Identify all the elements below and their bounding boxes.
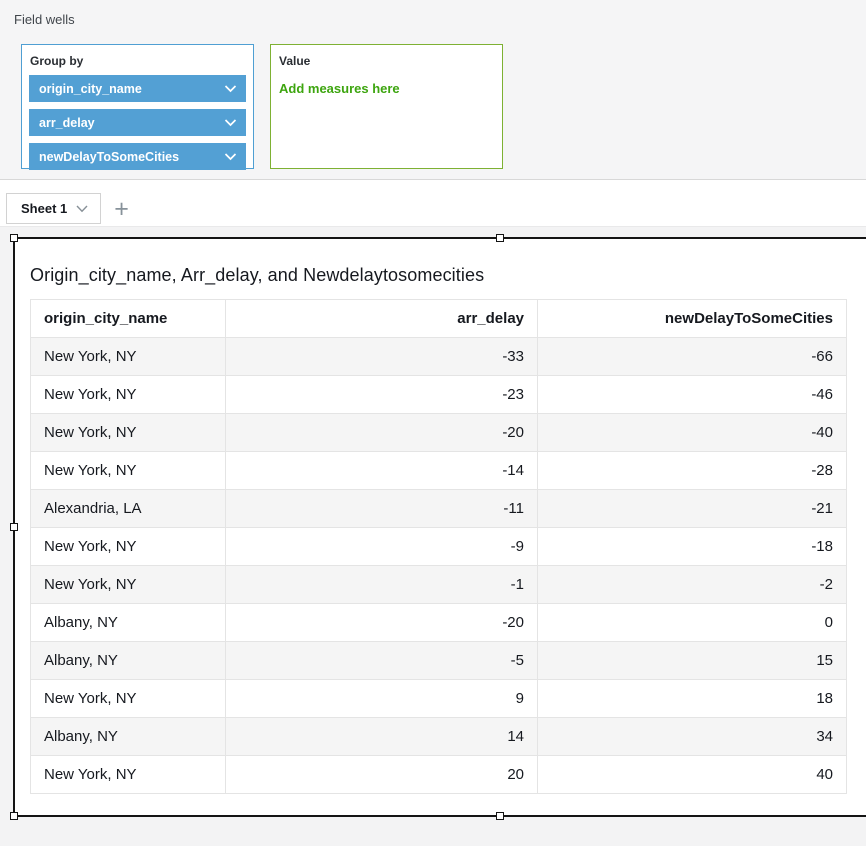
table-cell[interactable]: 15 [538,642,847,680]
table-row[interactable]: Albany, NY-515 [31,642,847,680]
table-cell[interactable]: -28 [538,452,847,490]
sheet-tab-bar: Sheet 1 + [0,179,866,227]
table-cell[interactable]: New York, NY [31,452,226,490]
table-cell[interactable]: -21 [538,490,847,528]
sheet-tab-label: Sheet 1 [21,201,67,216]
table-cell[interactable]: 20 [226,756,538,794]
table-cell[interactable]: -11 [226,490,538,528]
resize-handle-bottom-left[interactable] [10,812,18,820]
table-cell[interactable]: -46 [538,376,847,414]
visual-title[interactable]: Origin_city_name, Arr_delay, and Newdela… [30,265,866,286]
table-cell[interactable]: Alexandria, LA [31,490,226,528]
table-row[interactable]: New York, NY-33-66 [31,338,847,376]
table-cell[interactable]: 40 [538,756,847,794]
table-cell[interactable]: Albany, NY [31,604,226,642]
resize-handle-middle-left[interactable] [10,523,18,531]
resize-handle-top-left[interactable] [10,234,18,242]
chevron-down-icon[interactable] [76,205,88,213]
table-cell[interactable]: Albany, NY [31,642,226,680]
resize-handle-top-center[interactable] [496,234,504,242]
table-row[interactable]: New York, NY-9-18 [31,528,847,566]
table-cell[interactable]: -20 [226,414,538,452]
table-cell[interactable]: -5 [226,642,538,680]
table-cell[interactable]: -1 [226,566,538,604]
table-row[interactable]: New York, NY2040 [31,756,847,794]
table-cell[interactable]: 34 [538,718,847,756]
table-row[interactable]: New York, NY918 [31,680,847,718]
table-row[interactable]: New York, NY-20-40 [31,414,847,452]
table-row[interactable]: Albany, NY-200 [31,604,847,642]
table-cell[interactable]: -20 [226,604,538,642]
field-pill-label: arr_delay [39,116,95,130]
table-header-row: origin_city_name arr_delay newDelayToSom… [31,300,847,338]
field-pill-arr-delay[interactable]: arr_delay [29,109,246,136]
group-by-well[interactable]: Group by origin_city_name arr_delay newD… [21,44,254,169]
chevron-down-icon[interactable] [224,119,237,127]
table-row[interactable]: Albany, NY1434 [31,718,847,756]
data-table: origin_city_name arr_delay newDelayToSom… [30,299,847,794]
field-wells-row: Group by origin_city_name arr_delay newD… [21,44,866,169]
table-cell[interactable]: 9 [226,680,538,718]
table-body: New York, NY-33-66New York, NY-23-46New … [31,338,847,794]
table-cell[interactable]: New York, NY [31,376,226,414]
value-well[interactable]: Value Add measures here [270,44,503,169]
table-visual-container[interactable]: Origin_city_name, Arr_delay, and Newdela… [13,237,866,817]
table-cell[interactable]: -66 [538,338,847,376]
table-row[interactable]: New York, NY-14-28 [31,452,847,490]
table-row[interactable]: New York, NY-23-46 [31,376,847,414]
table-cell[interactable]: New York, NY [31,756,226,794]
table-cell[interactable]: New York, NY [31,566,226,604]
table-cell[interactable]: -9 [226,528,538,566]
add-sheet-button[interactable]: + [114,196,129,222]
table-row[interactable]: New York, NY-1-2 [31,566,847,604]
column-header-arr-delay[interactable]: arr_delay [226,300,538,338]
field-pill-new-delay-to-some-cities[interactable]: newDelayToSomeCities [29,143,246,170]
table-cell[interactable]: -14 [226,452,538,490]
table-cell[interactable]: -18 [538,528,847,566]
field-wells-title: Field wells [14,12,866,27]
table-cell[interactable]: Albany, NY [31,718,226,756]
table-cell[interactable]: New York, NY [31,528,226,566]
field-pill-label: newDelayToSomeCities [39,150,179,164]
table-row[interactable]: Alexandria, LA-11-21 [31,490,847,528]
sheet-canvas: Origin_city_name, Arr_delay, and Newdela… [0,227,866,846]
column-header-new-delay-to-some-cities[interactable]: newDelayToSomeCities [538,300,847,338]
table-cell[interactable]: -2 [538,566,847,604]
value-label: Value [279,54,495,68]
table-cell[interactable]: New York, NY [31,338,226,376]
table-cell[interactable]: New York, NY [31,680,226,718]
table-cell[interactable]: 14 [226,718,538,756]
chevron-down-icon[interactable] [224,85,237,93]
field-pill-label: origin_city_name [39,82,142,96]
table-cell[interactable]: 18 [538,680,847,718]
table-cell[interactable]: -33 [226,338,538,376]
table-cell[interactable]: -23 [226,376,538,414]
field-wells-panel: Field wells Group by origin_city_name ar… [0,0,866,179]
resize-handle-bottom-center[interactable] [496,812,504,820]
column-header-origin-city-name[interactable]: origin_city_name [31,300,226,338]
chevron-down-icon[interactable] [224,153,237,161]
group-by-label: Group by [30,54,246,68]
add-measures-hint: Add measures here [279,81,495,96]
field-pill-origin-city-name[interactable]: origin_city_name [29,75,246,102]
table-cell[interactable]: New York, NY [31,414,226,452]
table-cell[interactable]: -40 [538,414,847,452]
tab-sheet-1[interactable]: Sheet 1 [6,193,101,224]
table-cell[interactable]: 0 [538,604,847,642]
